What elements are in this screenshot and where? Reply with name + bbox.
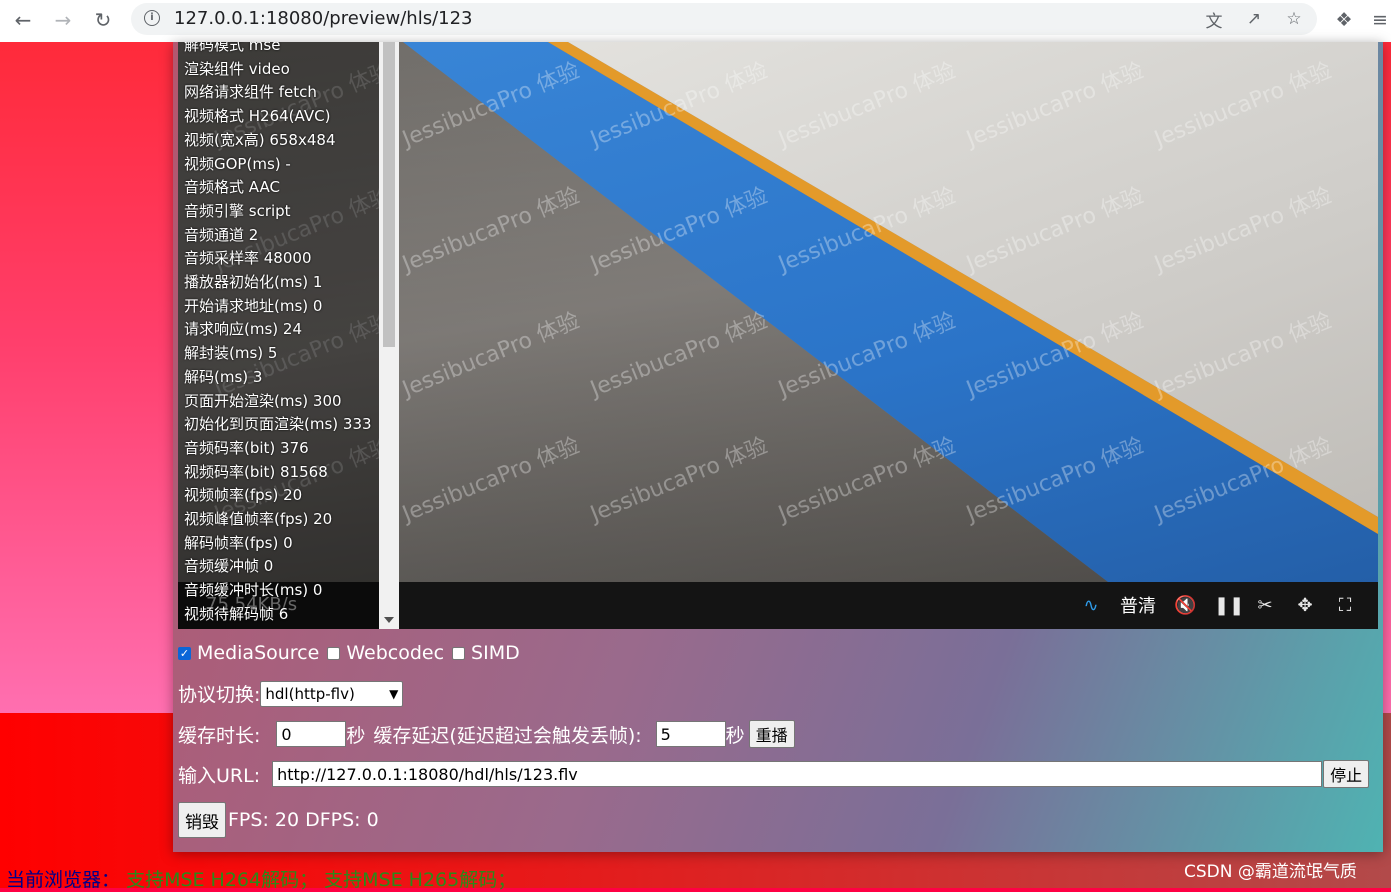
stats-item: 音频格式 AAC (184, 178, 280, 197)
stats-item: 视频(宽x高) 658x484 (184, 130, 336, 149)
stats-item: 音频通道 2 (184, 225, 259, 244)
stats-item: 音频采样率 48000 (184, 249, 312, 268)
stats-scrollbar[interactable] (379, 42, 399, 629)
replay-button[interactable]: 重播 (748, 720, 795, 748)
checkbox-icon[interactable] (452, 646, 466, 660)
scrollbar-thumb[interactable] (383, 42, 395, 347)
protocol-select[interactable]: hdl(http-flv) ▼ (260, 680, 404, 707)
player-panel: JessibucaPro 体验 JessibucaPro 体验 JessibucaP… (173, 42, 1383, 852)
address-bar[interactable]: i 127.0.0.1:18080/preview/hls/123 文 ↗ ☆ (131, 3, 1317, 35)
stats-item: 视频GOP(ms) - (184, 154, 291, 173)
stats-item: 音频缓冲时长(ms) 0 (184, 581, 323, 600)
fullscreen-icon[interactable]: ⛶ (1334, 595, 1356, 616)
stats-item: 音频码率(bit) 376 (184, 438, 309, 457)
back-icon[interactable]: ← (9, 6, 37, 34)
stats-item: 请求响应(ms) 24 (184, 320, 302, 339)
url-row: 输入URL: http://127.0.0.1:18080/hdl/hls/12… (178, 760, 1370, 788)
forward-icon[interactable]: → (49, 6, 77, 34)
stats-item: 解码模式 mse (184, 42, 281, 54)
site-info-icon[interactable]: i (144, 10, 160, 26)
reading-list-icon[interactable]: ≡ (1366, 6, 1391, 34)
stats-item: 视频格式 H264(AVC) (184, 107, 331, 126)
chevron-down-icon: ▼ (389, 686, 399, 701)
destroy-button[interactable]: 销毁 (178, 802, 226, 838)
stats-item: 网络请求组件 fetch (184, 83, 317, 102)
protocol-row: 协议切换: hdl(http-flv) ▼ (178, 680, 404, 707)
delay-label: 缓存延迟(延迟超过会触发丢帧): (373, 724, 642, 747)
share-icon[interactable]: ↗ (1241, 7, 1267, 31)
buffer-input[interactable]: 0 (276, 721, 347, 747)
protocol-selected-value: hdl(http-flv) (265, 684, 355, 703)
url-label: 输入URL: (178, 764, 261, 787)
stats-item: 视频帧率(fps) 20 (184, 486, 303, 505)
stats-item: 解码(ms) 3 (184, 367, 263, 386)
mute-icon[interactable]: 🔇 (1174, 595, 1196, 616)
stats-item: 初始化到页面渲染(ms) 333 (184, 415, 372, 434)
stats-item: 解封装(ms) 5 (184, 344, 278, 363)
waveform-icon[interactable]: ∿ (1080, 595, 1102, 616)
buffer-label: 缓存时长: (178, 724, 261, 747)
scroll-down-arrow-icon[interactable] (384, 617, 394, 623)
stats-item: 视频码率(bit) 81568 (184, 462, 328, 481)
stats-item: 渲染组件 video (184, 59, 290, 78)
checkbox-checked-icon[interactable]: ✓ (178, 646, 191, 660)
screenshot-scissors-icon[interactable]: ✂ (1254, 595, 1276, 616)
delay-unit: 秒 (725, 724, 745, 747)
stats-item: 页面开始渲染(ms) 300 (184, 391, 342, 410)
checkbox-icon[interactable] (327, 646, 341, 660)
stats-item: 播放器初始化(ms) 1 (184, 273, 323, 292)
bookmark-star-icon[interactable]: ☆ (1281, 7, 1307, 31)
stats-item: 解码帧率(fps) 0 (184, 533, 293, 552)
protocol-label: 协议切换: (178, 684, 261, 706)
buffer-unit: 秒 (346, 724, 366, 747)
url-input[interactable]: http://127.0.0.1:18080/hdl/hls/123.flv (272, 761, 1323, 787)
stats-item: 音频缓冲帧 0 (184, 557, 274, 576)
browser-toolbar: ← → ↻ i 127.0.0.1:18080/preview/hls/123 … (0, 0, 1391, 43)
fps-readout: FPS: 20 DFPS: 0 (228, 809, 379, 831)
decoder-options-row: ✓ MediaSource Webcodec SIMD (178, 642, 528, 664)
destroy-row: 销毁 FPS: 20 DFPS: 0 (178, 802, 379, 838)
extensions-puzzle-icon[interactable]: ❖ (1330, 6, 1358, 34)
url-text: 127.0.0.1:18080/preview/hls/123 (174, 8, 473, 29)
pause-icon[interactable]: ❚❚ (1214, 595, 1244, 616)
quality-button[interactable]: 普清 (1120, 592, 1156, 618)
buffer-row: 缓存时长: 0 秒 缓存延迟(延迟超过会触发丢帧): 5 秒 重播 (178, 720, 795, 748)
mediasource-checkbox[interactable]: ✓ MediaSource (178, 642, 319, 664)
stop-button[interactable]: 停止 (1323, 760, 1370, 788)
translate-icon[interactable]: 文 (1201, 7, 1227, 32)
csdn-credit: CSDN @霸道流氓气质 (1184, 862, 1357, 882)
stats-overlay[interactable]: 解码模式 mse 渲染组件 video 网络请求组件 fetch 视频格式 H264(… (178, 42, 399, 629)
stats-list: 解码模式 mse 渲染组件 video 网络请求组件 fetch 视频格式 H264(… (184, 42, 372, 627)
webcodec-label: Webcodec (346, 642, 445, 664)
stats-item: 开始请求地址(ms) 0 (184, 296, 323, 315)
webcodec-checkbox[interactable]: Webcodec (327, 642, 444, 664)
video-player[interactable]: JessibucaPro 体验 JessibucaPro 体验 JessibucaP… (178, 42, 1378, 629)
stats-item: 音频引擎 script (184, 201, 291, 220)
ptz-control-icon[interactable]: ✥ (1294, 595, 1316, 616)
stats-item: 视频峰值帧率(fps) 20 (184, 510, 333, 529)
stats-item: 视频待解码帧 6 (184, 604, 289, 623)
simd-checkbox[interactable]: SIMD (452, 642, 520, 664)
delay-input[interactable]: 5 (655, 721, 726, 747)
reload-icon[interactable]: ↻ (89, 6, 117, 34)
mediasource-label: MediaSource (197, 642, 320, 664)
simd-label: SIMD (471, 642, 520, 664)
